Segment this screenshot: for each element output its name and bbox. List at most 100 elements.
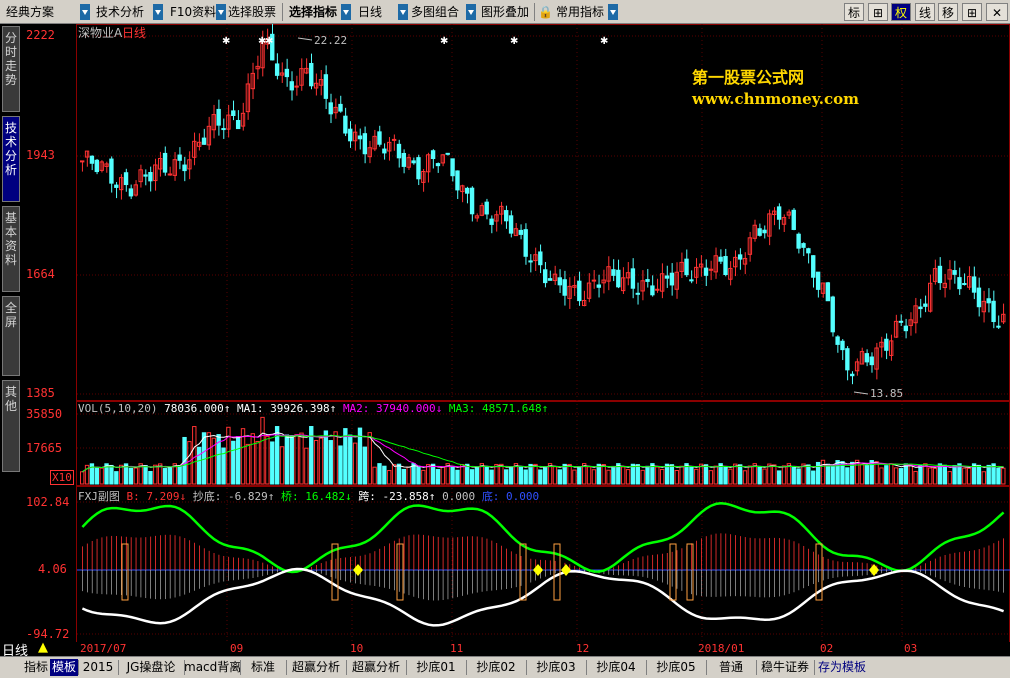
bottom-tab[interactable]: 抄底05 [646,659,706,676]
candle-body [937,265,943,284]
lock-icon[interactable]: 🔒 [538,3,553,21]
bottom-tab[interactable]: 存为模板 [814,659,870,676]
rights-button[interactable]: 权 [891,3,911,21]
volume-bar [245,443,251,485]
close-icon[interactable]: ✕ [986,3,1008,21]
volume-bar [387,470,392,485]
candle-body [543,269,548,284]
volume-bar [996,467,1001,485]
menu-common-indicators-dropdown-icon[interactable] [608,4,618,20]
grid-icon[interactable]: ⊞ [868,3,888,21]
menu-classic-scheme[interactable]: 经典方案 [6,3,54,21]
bottom-tab[interactable]: 模板 [50,659,78,676]
bottom-tab[interactable]: 抄底03 [526,659,586,676]
menu-common-indicators[interactable]: 常用指标 [556,3,604,21]
triangle-up-icon[interactable]: ▲ [38,640,48,655]
volume-bar [109,464,114,485]
volume-bar [367,432,372,485]
candle-body [616,269,621,288]
mark-button[interactable]: 标 [844,3,864,21]
tab-other[interactable]: 其他 [2,380,20,472]
candle-body [284,68,290,78]
menu-select-indicator-dropdown-icon[interactable] [341,4,351,20]
signal-box [396,543,404,601]
bottom-tab[interactable]: 指标 [22,659,50,676]
volume-bar [723,466,728,485]
volume-tick-mid: 17665 [26,441,63,455]
bottom-tab[interactable]: 抄底04 [586,659,646,676]
tab-fullscreen[interactable]: 全屏 [2,296,20,376]
indicator-tick-top: 102.84 [26,495,70,509]
indicator-b: B: 7.209↓ [126,490,187,503]
tab-fundamentals[interactable]: 基本资料 [2,206,20,292]
date-axis: 日线 ▲ 2017/07 09 10 11 12 2018/01 02 03 [0,640,1010,659]
bottom-template-bar: 指标 模板 2015 JG操盘论 macd背离 标准 超赢分析 超赢分析 抄底01 抄底02 抄底0… [0,656,1010,678]
volume-bar [167,467,173,485]
chart-canvas[interactable]: ✱ ✱✱ ✱ ✱ ✱ [22,23,1010,644]
indicator-chaodi: 抄底: -6.829↑ [192,490,275,503]
candle-body [523,229,528,257]
menu-select-stock[interactable]: 选择股票 [228,3,276,21]
bottom-tab[interactable]: 标准 [240,659,286,676]
volume-bar [640,469,645,485]
bottom-tab[interactable]: 抄底01 [406,659,466,676]
candle-body [396,143,402,159]
move-button[interactable]: 移 [938,3,958,21]
indicator-series [81,502,1005,627]
tab-technical[interactable]: 技术分析 [2,116,20,202]
volume-bar [396,463,402,485]
volume-bar [289,435,294,485]
bottom-tab[interactable]: 超赢分析 [346,659,406,676]
tab-fullscreen-label: 全屏 [5,301,18,329]
menu-multi-chart-dropdown-icon[interactable] [466,4,476,20]
chart-area[interactable]: ✱ ✱ ✱ ✱ ✱ ✱ 深物业A 日线 2222 1943 1664 1385 22.22… [22,23,1010,644]
candle-body [645,279,650,282]
window-restore-icon[interactable]: ⊞ [962,3,982,21]
candle-body [962,283,967,286]
volume-bar [416,465,421,485]
volume-bar [893,467,899,485]
candle-body [289,81,294,91]
candle-body [611,269,616,276]
bottom-tab[interactable]: 稳牛证券 [756,659,814,676]
candle-body [840,340,845,351]
volume-bar [659,468,665,485]
bottom-tab[interactable]: 抄底02 [466,659,526,676]
candle-body [348,128,353,142]
tab-intraday[interactable]: 分时走势 [2,26,20,112]
candle-body [923,303,928,307]
bottom-tab[interactable]: macd背离 [184,659,241,676]
volume-bar [284,434,290,485]
volume-bar [406,466,411,485]
bottom-tab[interactable]: 2015 [78,659,118,676]
menu-f10-dropdown-icon[interactable] [216,4,226,20]
menu-daily-period[interactable]: 日线 [358,3,382,21]
bottom-tab[interactable]: 超赢分析 [286,659,346,676]
tab-intraday-label: 分时走势 [5,31,18,87]
menu-f10[interactable]: F10资料 [170,3,216,21]
menu-select-indicator[interactable]: 选择指标 [289,3,337,21]
candle-body [504,210,509,222]
candle-body [450,158,455,177]
menu-technical-analysis[interactable]: 技术分析 [96,3,144,21]
bottom-tab[interactable]: 普通 [706,659,756,676]
volume-bar [811,470,816,485]
volume-bar [352,442,358,485]
menu-technical-analysis-dropdown-icon[interactable] [153,4,163,20]
line-button[interactable]: 线 [915,3,935,21]
candle-body [655,288,660,291]
menu-overlay[interactable]: 图形叠加 [481,3,529,21]
menu-multi-chart[interactable]: 多图组合 [411,3,459,21]
left-tab-bar: 分时走势 技术分析 基本资料 全屏 其他 [0,24,22,484]
menu-daily-period-dropdown-icon[interactable] [398,4,408,20]
volume-bar [450,465,455,485]
candle-body [737,254,743,260]
bottom-tab[interactable]: JG操盘论 [118,659,184,676]
menu-classic-scheme-dropdown-icon[interactable] [80,4,90,20]
star-marker: ✱ [600,36,608,47]
tab-technical-label: 技术分析 [5,121,18,177]
volume-bar [192,426,197,485]
volume-bar [713,465,718,485]
volume-bar [859,463,865,485]
signal-box [331,543,339,601]
